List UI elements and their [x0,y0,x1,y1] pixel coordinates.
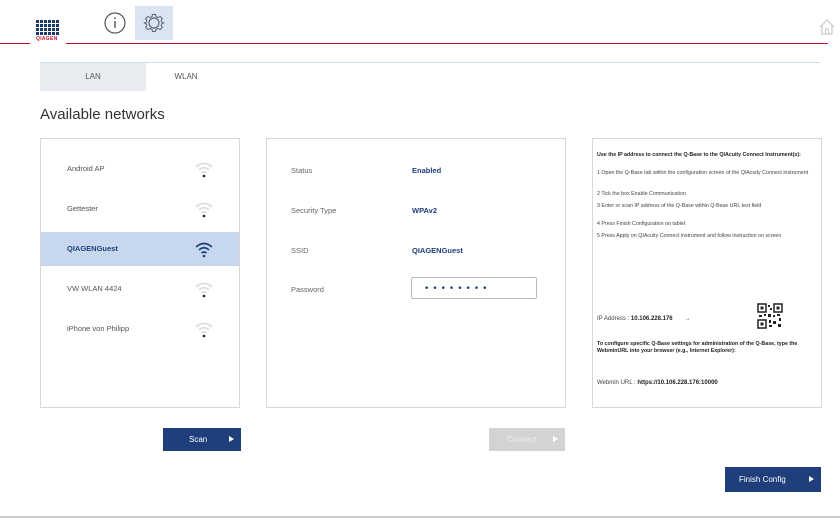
info-icon [104,12,126,34]
webmin-value: https://10.106.228.176:10000 [637,380,718,386]
ip-value: 10.106.228.176 [630,316,673,322]
instruction-step-1: 1 Open the Q-Base tab within the configu… [597,170,809,176]
instruction-step-2: 2 Tick the box Enable Communication [597,191,686,197]
instructions-panel [592,138,822,408]
network-name: Gettester [67,204,98,213]
network-name: Android AP [67,164,105,173]
header-divider [66,43,828,44]
page-title: Available networks [40,106,165,123]
status-label: Status [291,166,313,175]
wifi-icon [195,162,213,178]
network-details-panel [266,138,566,408]
config-note-text: To configure specific Q-Base settings fo… [597,341,798,354]
settings-button[interactable] [135,6,173,40]
webmin-url-line: Webmin URL : https://10.106.228.176:1000… [597,380,811,387]
network-list: Android AP Gettester QIAGENGuest VW WLAN… [40,138,240,408]
security-type-label: Security Type [291,206,337,215]
network-name: QIAGENGuest [67,244,118,253]
network-name: iPhone von Philipp [67,324,130,333]
password-input[interactable]: •••••••• [411,277,537,299]
home-icon [819,19,835,35]
ssid-label: SSID [291,246,309,255]
finish-config-button[interactable]: Finish Config [725,467,821,492]
webmin-label: Webmin URL : [597,380,636,386]
security-type-value: WPAv2 [412,206,438,215]
tab-wlan[interactable]: WLAN [146,63,226,91]
password-label: Password [291,285,324,294]
status-value: Enabled [412,166,442,175]
play-arrow-icon [229,436,234,442]
connect-button[interactable]: Connect [489,428,565,451]
play-arrow-icon [809,476,814,482]
info-button[interactable] [102,10,128,36]
finish-config-label: Finish Config [739,475,786,484]
home-button[interactable] [818,18,836,36]
instruction-step-3: 3 Enter or scan IP address of the Q-Base… [597,203,762,209]
ip-label: IP Address : [597,316,630,322]
network-item-qiagenguest[interactable]: QIAGENGuest [41,232,239,266]
wifi-icon [195,202,213,218]
config-note: To configure specific Q-Base settings fo… [597,341,811,355]
logo-text: QIAGEN [36,36,58,42]
network-name: VW WLAN 4424 [67,284,122,293]
network-item-iphone[interactable]: iPhone von Philipp [41,312,239,346]
footer-divider [0,516,840,518]
wifi-icon [195,242,213,258]
intro-text: Use the IP address to connect the Q-Base… [597,152,801,158]
network-item-android-ap[interactable]: Android AP [41,152,239,186]
network-item-vw-wlan[interactable]: VW WLAN 4424 [41,272,239,306]
arrow-icon: → [684,316,691,322]
header-divider-left [0,43,30,44]
scan-button-label: Scan [189,435,208,444]
instruction-step-5: 5 Press Apply on QIAcuity Connect instru… [597,233,782,239]
instructions-intro: Use the IP address to connect the Q-Base… [597,152,811,159]
gear-icon [143,13,165,33]
ssid-value: QIAGENGuest [412,246,463,255]
wifi-icon [195,322,213,338]
instruction-step-4: 4 Press Finish Configuration on tablet [597,221,686,227]
network-item-gettester[interactable]: Gettester [41,192,239,226]
qiagen-logo: QIAGEN [36,20,66,48]
tab-lan[interactable]: LAN [40,63,146,91]
play-arrow-icon [553,436,558,442]
connect-button-label: Connect [507,435,537,444]
scan-button[interactable]: Scan [163,428,241,451]
wifi-icon [195,282,213,298]
qr-code-icon [757,303,783,329]
